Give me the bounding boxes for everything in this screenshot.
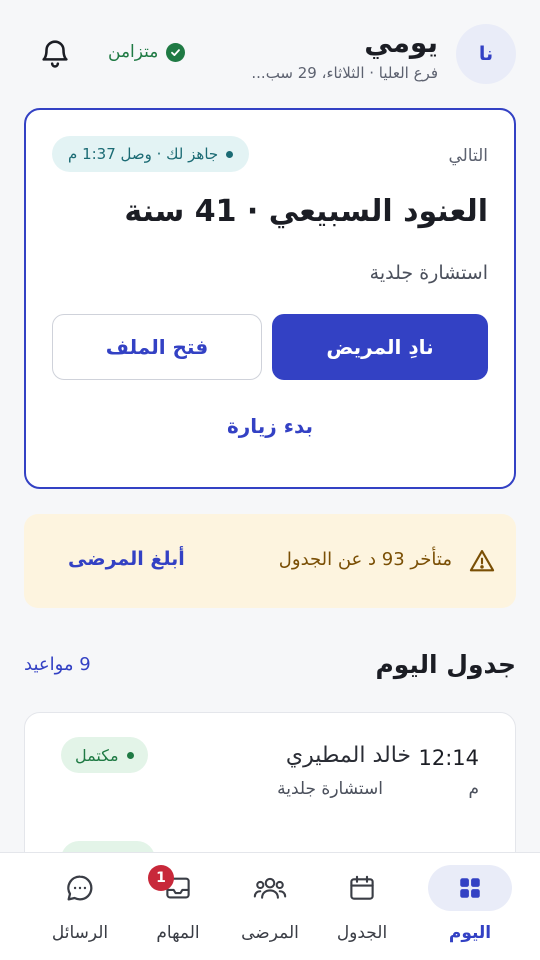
nav-label: الرسائل <box>51 923 109 943</box>
nav-label: الجدول <box>336 923 388 943</box>
start-visit-label[interactable]: بدء زيارة <box>227 414 313 438</box>
status-dot-icon <box>126 751 134 759</box>
appointment-time: 12:14 <box>418 746 479 770</box>
status-text: مكتمل <box>75 745 119 765</box>
tasks-count-badge: 1 <box>148 865 174 891</box>
appointments-count-link[interactable]: 9 مواعيد <box>24 654 91 675</box>
appointment-visit-type: استشارة جلدية <box>277 779 383 799</box>
appointment-patient-name: خالد المطيري <box>285 743 411 768</box>
appointment-ampm: م <box>468 779 479 799</box>
warning-icon <box>468 547 496 575</box>
avatar[interactable]: نا <box>456 24 516 84</box>
bell-icon[interactable] <box>38 36 72 70</box>
nav-label: المرضى <box>241 923 299 943</box>
delay-text: متأخر 93 د عن الجدول <box>278 549 452 570</box>
inbox-icon: 1 <box>136 865 220 911</box>
start-visit-link: بدء زيارة <box>26 414 514 438</box>
title-block: يومي فرع العليا · الثلاثاء، 29 سب... <box>251 26 438 82</box>
sync-status: متزامن <box>108 42 186 62</box>
open-file-button[interactable]: فتح الملف <box>52 314 262 380</box>
grid-icon <box>428 865 512 911</box>
status-dot-icon <box>226 150 234 158</box>
status-badge: مكتمل <box>61 737 148 773</box>
nav-item-schedule[interactable]: الجدول <box>312 863 412 953</box>
page-title: يومي <box>364 26 438 59</box>
app-header: نا يومي فرع العليا · الثلاثاء، 29 سب... … <box>24 22 516 92</box>
nav-item-messages[interactable]: الرسائل <box>30 863 130 953</box>
check-circle-icon <box>166 42 186 62</box>
next-patient-card: التالي جاهز لك · وصل 1:37 م العنود السبي… <box>24 108 516 489</box>
next-patient-name: العنود السبيعي · 41 سنة <box>124 194 488 229</box>
nav-item-today[interactable]: اليوم <box>420 863 520 953</box>
ready-status-badge: جاهز لك · وصل 1:37 م <box>52 136 250 172</box>
next-visit-type: استشارة جلدية <box>369 262 488 284</box>
nav-label: المهام <box>156 923 200 943</box>
next-label: التالي <box>448 146 488 166</box>
nav-label: اليوم <box>448 923 492 943</box>
users-icon <box>228 865 312 911</box>
calendar-icon <box>320 865 404 911</box>
ready-status-text: جاهز لك · وصل 1:37 م <box>68 145 219 163</box>
schedule-title: جدول اليوم <box>375 650 516 679</box>
chat-icon <box>38 865 122 911</box>
page-subtitle: فرع العليا · الثلاثاء، 29 سب... <box>251 64 438 82</box>
notify-patients-link[interactable]: أبلغ المرضى <box>68 548 185 570</box>
call-patient-button[interactable]: نادِ المريض <box>272 314 488 380</box>
delay-alert: متأخر 93 د عن الجدول أبلغ المرضى <box>24 514 516 608</box>
bottom-nav: اليوم الجدول المرضى 1 المهام الرسائل <box>0 852 540 960</box>
sync-label: متزامن <box>108 42 159 62</box>
nav-item-tasks[interactable]: 1 المهام <box>128 863 228 953</box>
nav-item-patients[interactable]: المرضى <box>220 863 320 953</box>
